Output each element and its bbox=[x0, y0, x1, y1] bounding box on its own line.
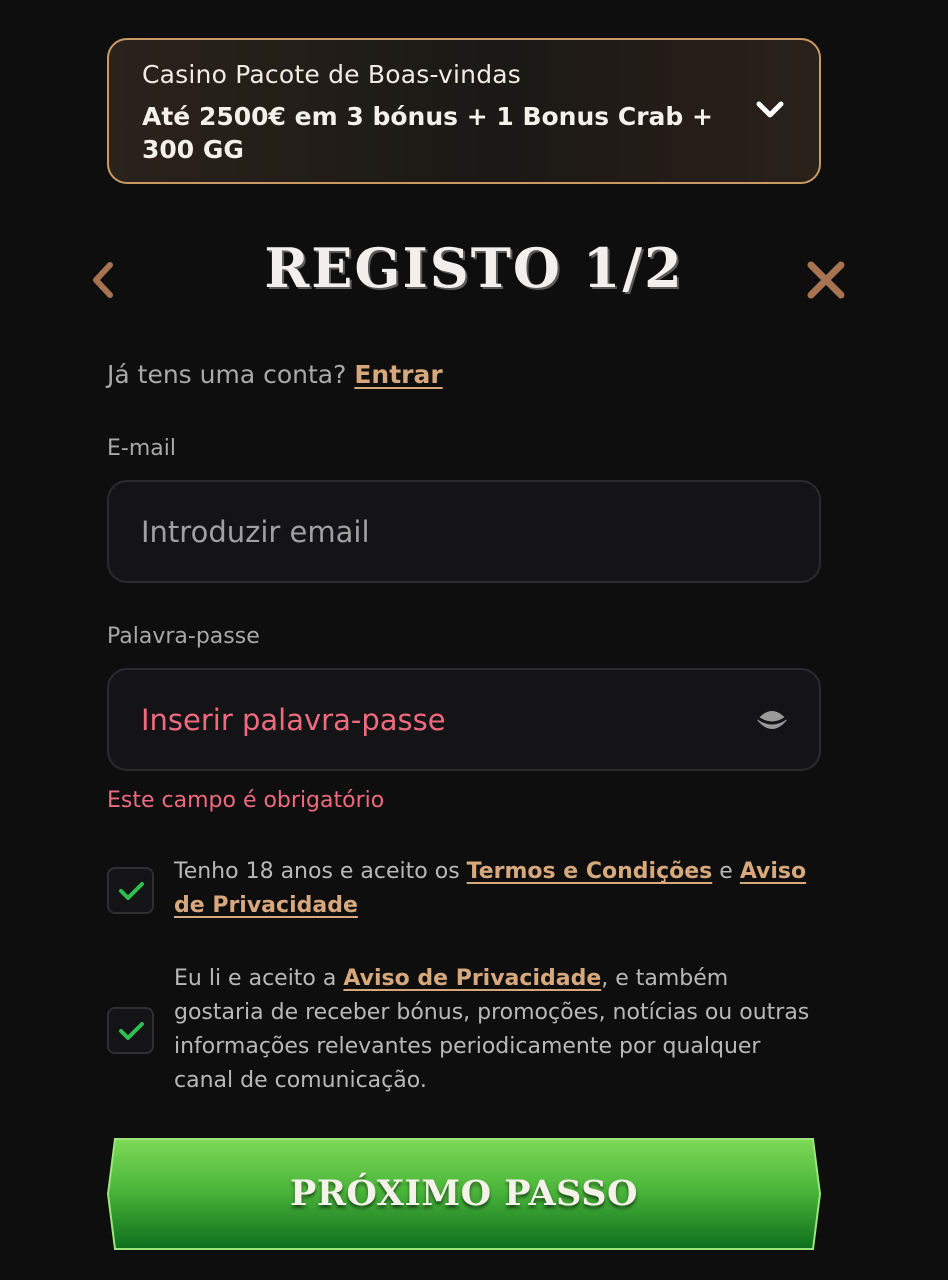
bonus-title: Até 2500€ em 3 bónus + 1 Bonus Crab + 30… bbox=[142, 102, 713, 164]
marketing-privacy-link[interactable]: Aviso de Privacidade bbox=[343, 966, 601, 991]
terms-text-middle: e bbox=[719, 859, 733, 884]
check-icon bbox=[119, 1022, 144, 1040]
email-label: E-mail bbox=[107, 436, 176, 461]
login-prompt-text: Já tens uma conta? bbox=[107, 360, 347, 389]
marketing-text-before: Eu li e aceito a bbox=[174, 966, 337, 991]
login-link[interactable]: Entrar bbox=[354, 360, 442, 389]
email-input[interactable] bbox=[141, 482, 741, 581]
password-label: Palavra-passe bbox=[107, 624, 260, 649]
marketing-consent-text: Eu li e aceito a Aviso de Privacidade, e… bbox=[174, 962, 824, 1098]
email-field bbox=[107, 480, 821, 583]
eye-icon[interactable] bbox=[755, 706, 789, 734]
marketing-checkbox[interactable] bbox=[107, 1007, 154, 1054]
registration-page: Casino Pacote de Boas-vindas Até 2500€ e… bbox=[0, 0, 948, 1280]
terms-link[interactable]: Termos e Condições bbox=[467, 859, 713, 884]
password-error: Este campo é obrigatório bbox=[107, 788, 385, 813]
terms-checkbox[interactable] bbox=[107, 867, 154, 914]
bonus-subtitle: Casino Pacote de Boas-vindas bbox=[142, 60, 522, 89]
next-step-label: PRÓXIMO PASSO bbox=[290, 1173, 638, 1214]
check-icon bbox=[119, 882, 144, 900]
terms-consent-text: Tenho 18 anos e aceito os Termos e Condi… bbox=[174, 855, 824, 923]
login-prompt: Já tens uma conta? Entrar bbox=[107, 360, 443, 389]
next-step-button[interactable]: PRÓXIMO PASSO bbox=[106, 1138, 822, 1250]
chevron-down-icon[interactable] bbox=[755, 98, 785, 122]
password-input[interactable] bbox=[141, 670, 741, 769]
welcome-bonus-banner[interactable]: Casino Pacote de Boas-vindas Até 2500€ e… bbox=[107, 38, 821, 184]
password-field bbox=[107, 668, 821, 771]
terms-text-before: Tenho 18 anos e aceito os bbox=[174, 859, 460, 884]
close-icon[interactable] bbox=[806, 260, 846, 300]
